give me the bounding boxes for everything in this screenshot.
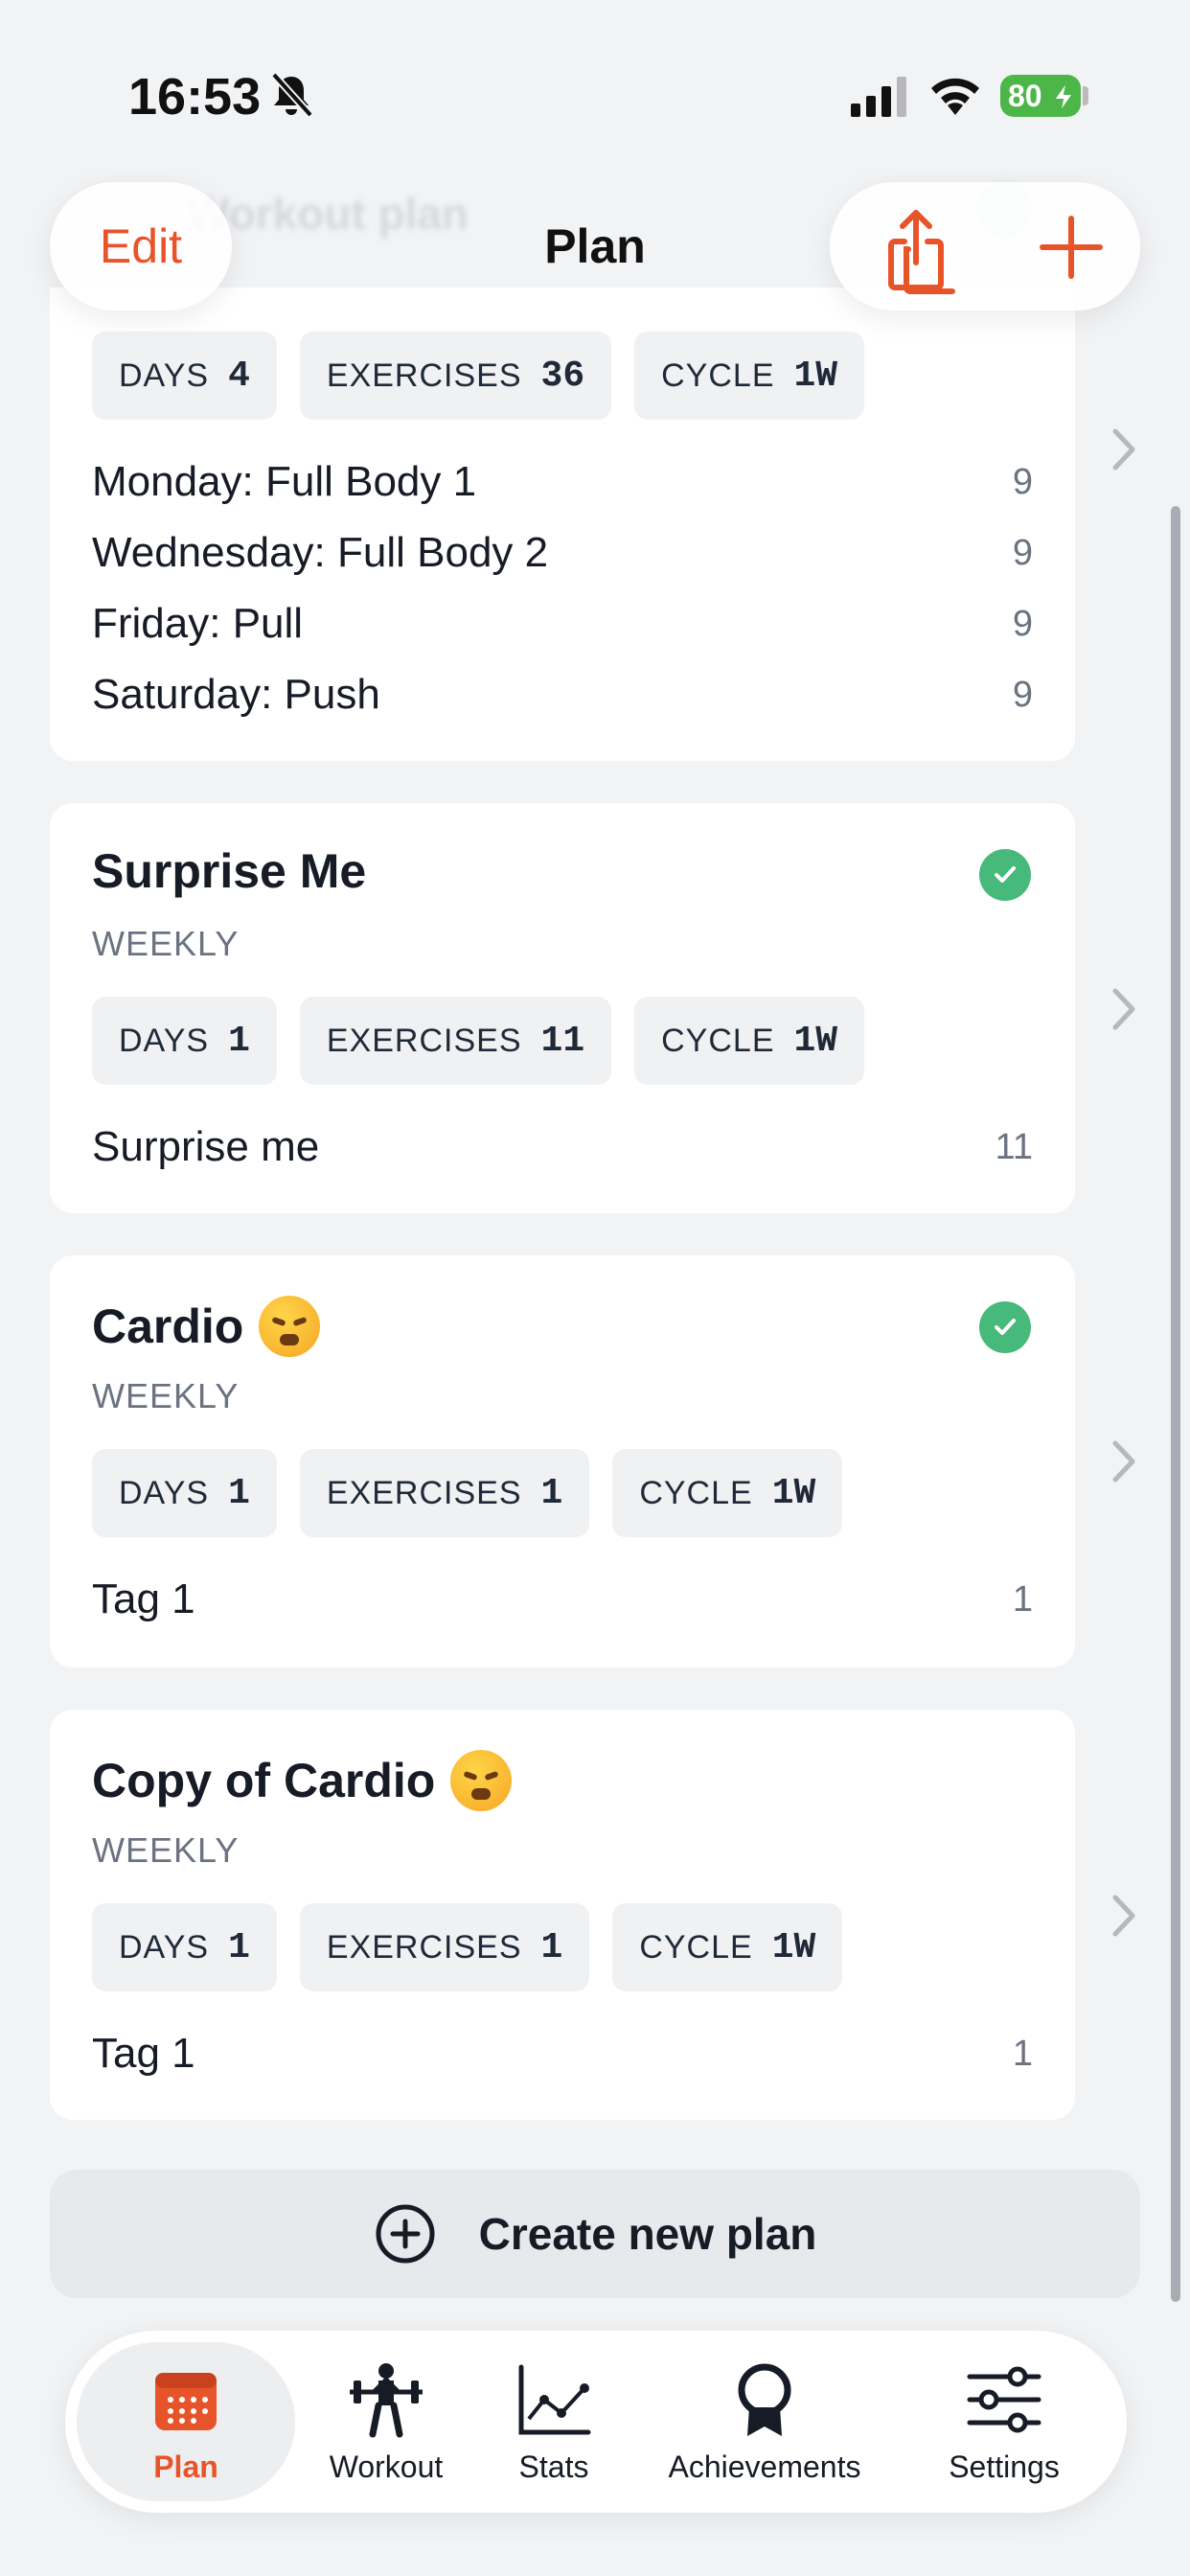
plan-days-list: Surprise me 11: [92, 1112, 1033, 1183]
chip-exercises: EXERCISES 1: [299, 1449, 590, 1537]
calendar-icon: [155, 2372, 217, 2430]
create-plan-button[interactable]: Create new plan: [50, 2170, 1140, 2298]
plan-chips: DAYS 1 EXERCISES 1 CYCLE 1W: [92, 1449, 843, 1537]
plan-days-list: Tag 11: [92, 1564, 1033, 1635]
bell-off-icon: [271, 72, 313, 118]
list-item: Saturday: Push 9: [92, 671, 1033, 718]
chevron-right-icon[interactable]: [1108, 1438, 1140, 1485]
tab-plan[interactable]: Plan: [77, 2342, 295, 2501]
plan-card-cardio[interactable]: Cardio WEEKLY DAYS 1 EXERCISES 1 CYCLE 1W T…: [50, 1255, 1075, 1668]
plan-days-list: Tag 11: [92, 2018, 1033, 2089]
chip-exercises: EXERCISES 36: [299, 332, 612, 420]
active-check-icon: [979, 849, 1031, 901]
weightlifter-icon: [350, 2362, 423, 2437]
tab-achievements[interactable]: Achievements: [640, 2342, 889, 2501]
tab-workout[interactable]: Workout: [305, 2342, 468, 2501]
scrollbar[interactable]: [1171, 506, 1180, 2302]
award-icon: [738, 2363, 791, 2436]
list-item: Monday: Full Body 19: [92, 458, 1033, 505]
edit-button[interactable]: Edit: [50, 182, 232, 310]
plan-chips: DAYS 4 EXERCISES 36 CYCLE 1W: [92, 332, 865, 420]
chevron-right-icon[interactable]: [1108, 426, 1140, 473]
active-check-icon: [979, 1301, 1031, 1353]
tab-label: Settings: [949, 2449, 1060, 2484]
tab-bar: Plan Workout Stats Achievements Settings: [65, 2331, 1127, 2513]
tab-stats[interactable]: Stats: [477, 2342, 630, 2501]
plus-circle-icon: [376, 2204, 435, 2264]
tab-label: Plan: [153, 2449, 218, 2484]
chip-exercises: EXERCISES 11: [299, 997, 612, 1085]
status-time: 16:53: [128, 68, 262, 126]
plan-chips: DAYS 1 EXERCISES 11 CYCLE 1W: [92, 997, 865, 1085]
plan-title: Copy of Cardio: [92, 1750, 513, 1811]
chip-days: DAYS 4: [92, 332, 277, 420]
chip-days: DAYS 1: [92, 1903, 277, 1991]
tab-label: Achievements: [668, 2449, 861, 2484]
list-item: Tag 11: [92, 1576, 1033, 1622]
chip-days: DAYS 1: [92, 1449, 277, 1537]
list-item: Tag 11: [92, 2030, 1033, 2077]
share-icon[interactable]: [872, 203, 968, 299]
chip-cycle: CYCLE 1W: [612, 1903, 843, 1991]
sliders-icon: [967, 2366, 1041, 2432]
chip-exercises: EXERCISES 1: [299, 1903, 590, 1991]
plan-frequency: WEEKLY: [92, 1376, 240, 1415]
chip-days: DAYS 1: [92, 997, 277, 1085]
face-with-steam-emoji: [259, 1296, 321, 1357]
list-item: Wednesday: Full Body 29: [92, 529, 1033, 576]
list-item: Friday: Pull 9: [92, 600, 1033, 647]
cellular-signal-icon: [851, 77, 906, 117]
chip-cycle: CYCLE 1W: [634, 997, 865, 1085]
plan-frequency: WEEKLY: [92, 924, 240, 963]
plan-chips: DAYS 1 EXERCISES 1 CYCLE 1W: [92, 1903, 843, 1991]
plan-card-copy-of-cardio[interactable]: Copy of Cardio WEEKLY DAYS 1 EXERCISES 1 C…: [50, 1710, 1075, 2120]
plan-frequency: WEEKLY: [92, 1830, 240, 1870]
tab-label: Workout: [329, 2449, 444, 2484]
tab-label: Stats: [518, 2449, 589, 2484]
chart-icon: [518, 2364, 591, 2434]
status-bar: 16:53 80: [0, 0, 1190, 182]
plan-days-list: Monday: Full Body 19 Wednesday: Full Bod…: [92, 447, 1033, 730]
plan-card-1[interactable]: DAYS 4 EXERCISES 36 CYCLE 1W Monday: Full B…: [50, 288, 1075, 761]
charging-bolt-icon: [1052, 80, 1075, 113]
plan-card-surprise-me[interactable]: Surprise Me WEEKLY DAYS 1 EXERCISES 11 CYC…: [50, 803, 1075, 1213]
plan-title: Surprise Me: [92, 844, 367, 898]
nav-actions: [830, 182, 1140, 310]
chip-cycle: CYCLE 1W: [612, 1449, 843, 1537]
add-plan-icon[interactable]: [1035, 211, 1108, 284]
face-with-steam-emoji: [450, 1750, 513, 1811]
battery-tip: [1083, 86, 1088, 105]
chip-cycle: CYCLE 1W: [634, 332, 865, 420]
list-item: Surprise me 11: [92, 1123, 1033, 1170]
wifi-icon: [931, 78, 979, 115]
tab-settings[interactable]: Settings: [899, 2342, 1110, 2501]
chevron-right-icon[interactable]: [1108, 985, 1140, 1033]
plan-title: Cardio: [92, 1296, 321, 1357]
chevron-right-icon[interactable]: [1108, 1892, 1140, 1940]
create-plan-label: Create new plan: [478, 2209, 817, 2259]
